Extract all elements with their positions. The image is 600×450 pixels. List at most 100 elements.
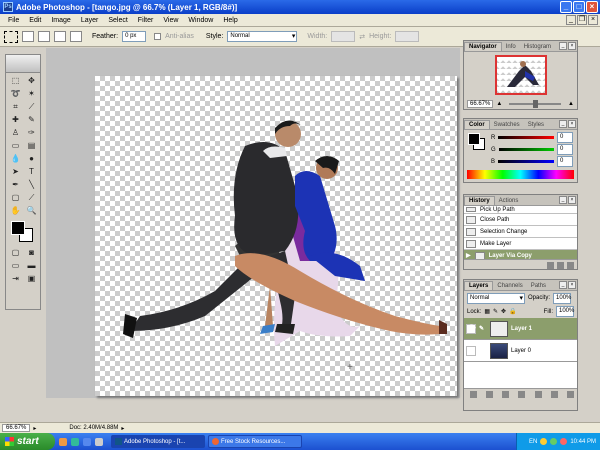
color-spectrum-bar[interactable] — [467, 170, 574, 179]
tray-icon[interactable] — [560, 438, 568, 445]
adjustment-layer-icon[interactable] — [518, 390, 526, 398]
antialias-checkbox[interactable] — [154, 33, 162, 40]
task-photoshop[interactable]: Adobe Photoshop - [t... — [111, 435, 205, 448]
zoom-tool-icon[interactable]: 🔍 — [24, 205, 39, 217]
width-input[interactable] — [331, 31, 356, 42]
tray-icon[interactable] — [550, 438, 558, 445]
layer-row[interactable]: 👁 ✎ Layer 1 — [464, 318, 577, 340]
hand-tool-icon[interactable]: ✋ — [8, 205, 23, 217]
menu-layer[interactable]: Layer — [76, 17, 104, 24]
eraser-tool-icon[interactable]: ▭ — [8, 140, 23, 152]
firefox-quicklaunch-icon[interactable] — [59, 437, 67, 446]
zoom-in-icon[interactable]: ▲ — [568, 101, 574, 107]
minimize-button[interactable]: _ — [560, 1, 572, 13]
history-item-selected[interactable]: ▶ Layer Via Copy — [464, 250, 577, 259]
new-selection-icon[interactable] — [22, 31, 34, 42]
screen-mode-full-icon[interactable]: ▬ — [24, 260, 39, 272]
history-minimize-icon[interactable]: _ — [559, 196, 567, 204]
layers-close-icon[interactable]: × — [568, 281, 576, 289]
green-slider[interactable] — [498, 148, 554, 151]
subtract-selection-icon[interactable] — [54, 31, 66, 42]
navigator-minimize-icon[interactable]: _ — [559, 42, 567, 50]
tab-paths[interactable]: Paths — [527, 282, 550, 290]
history-item[interactable]: Close Path — [464, 214, 577, 226]
height-input[interactable] — [395, 31, 420, 42]
fill-input[interactable]: 100% — [556, 306, 574, 317]
green-value[interactable]: 0 — [557, 144, 573, 155]
language-indicator[interactable]: EN — [529, 439, 537, 445]
delete-layer-icon[interactable] — [566, 390, 574, 398]
layers-minimize-icon[interactable]: _ — [559, 281, 567, 289]
image-canvas[interactable]: + — [95, 76, 457, 396]
status-zoom[interactable]: 66.67% — [2, 424, 31, 432]
shape-tool-icon[interactable]: ╲ — [24, 179, 39, 191]
move-tool-icon[interactable]: ✥ — [24, 75, 39, 87]
ie-quicklaunch-icon[interactable] — [83, 437, 91, 446]
status-arrow-icon[interactable]: ▸ — [121, 425, 124, 432]
blur-tool-icon[interactable]: 💧 — [8, 153, 23, 165]
link-layers-icon[interactable] — [470, 390, 477, 398]
pen-tool-icon[interactable]: ✒ — [8, 179, 23, 191]
red-value[interactable]: 0 — [557, 132, 573, 143]
doc-close-button[interactable]: × — [588, 15, 598, 25]
tab-color[interactable]: Color — [464, 120, 490, 129]
new-group-icon[interactable] — [534, 390, 542, 398]
feather-input[interactable]: 0 px — [122, 31, 147, 42]
lock-image-icon[interactable]: ✎ — [493, 308, 498, 315]
doc-minimize-button[interactable]: _ — [566, 15, 576, 25]
menu-window[interactable]: Window — [183, 17, 218, 24]
menu-view[interactable]: View — [158, 17, 183, 24]
doc-restore-button[interactable]: ❐ — [577, 15, 587, 25]
quickmask-mode-icon[interactable]: ◙ — [24, 247, 39, 259]
standard-mode-icon[interactable]: ▢ — [8, 247, 23, 259]
tab-swatches[interactable]: Swatches — [490, 121, 524, 129]
zoom-out-icon[interactable]: ▲ — [496, 101, 502, 107]
status-menu-icon[interactable]: ▸ — [33, 425, 36, 432]
tray-icon[interactable] — [540, 438, 548, 445]
marquee-tool-preset-icon[interactable] — [4, 30, 18, 43]
stamp-tool-icon[interactable]: ♙ — [8, 127, 23, 139]
lock-position-icon[interactable]: ✥ — [501, 308, 506, 315]
layer-name[interactable]: Layer 1 — [511, 326, 532, 332]
magic-wand-tool-icon[interactable]: ✶ — [24, 88, 39, 100]
add-selection-icon[interactable] — [38, 31, 50, 42]
notes-tool-icon[interactable]: ▢ — [8, 192, 23, 204]
menu-filter[interactable]: Filter — [133, 17, 159, 24]
blue-value[interactable]: 0 — [557, 156, 573, 167]
new-layer-icon[interactable] — [550, 390, 558, 398]
history-close-icon[interactable]: × — [568, 196, 576, 204]
history-brush-icon[interactable]: ✑ — [24, 127, 39, 139]
crop-tool-icon[interactable]: ⌗ — [8, 101, 23, 113]
slice-tool-icon[interactable]: ⟋ — [24, 101, 39, 113]
color-foreground-swatch[interactable] — [468, 133, 480, 145]
dodge-tool-icon[interactable]: ● — [24, 153, 39, 165]
history-item[interactable]: Make Layer — [464, 238, 577, 250]
brush-tool-icon[interactable]: ✎ — [24, 114, 39, 126]
red-slider[interactable] — [498, 136, 554, 139]
new-snapshot-icon[interactable] — [557, 261, 564, 269]
lock-all-icon[interactable]: 🔒 — [509, 308, 516, 315]
tab-navigator[interactable]: Navigator — [464, 42, 502, 51]
foreground-color-swatch[interactable] — [11, 221, 25, 235]
style-select[interactable]: Normal — [227, 31, 298, 42]
close-button[interactable]: × — [586, 1, 598, 13]
eye-icon[interactable]: 👁 — [466, 323, 476, 334]
lasso-tool-icon[interactable]: ➰ — [8, 88, 23, 100]
navigator-close-icon[interactable]: × — [568, 42, 576, 50]
tab-styles[interactable]: Styles — [524, 121, 548, 129]
color-close-icon[interactable]: × — [568, 120, 576, 128]
swap-icon[interactable]: ⇄ — [359, 33, 365, 41]
tab-layers[interactable]: Layers — [464, 281, 494, 290]
screen-mode-menu-icon[interactable]: ▣ — [24, 273, 39, 285]
layer-mask-icon[interactable] — [502, 390, 510, 398]
task-browser[interactable]: Free Stock Resources... — [208, 435, 302, 448]
new-document-from-state-icon[interactable] — [547, 261, 554, 269]
color-minimize-icon[interactable]: _ — [559, 120, 567, 128]
quicklaunch-icon[interactable] — [71, 437, 79, 446]
tab-histogram[interactable]: Histogram — [520, 43, 555, 51]
opacity-input[interactable]: 100% — [553, 292, 571, 304]
healing-brush-icon[interactable]: ✚ — [8, 114, 23, 126]
history-item[interactable]: Selection Change — [464, 226, 577, 238]
maximize-button[interactable]: □ — [573, 1, 585, 13]
menu-help[interactable]: Help — [218, 17, 242, 24]
